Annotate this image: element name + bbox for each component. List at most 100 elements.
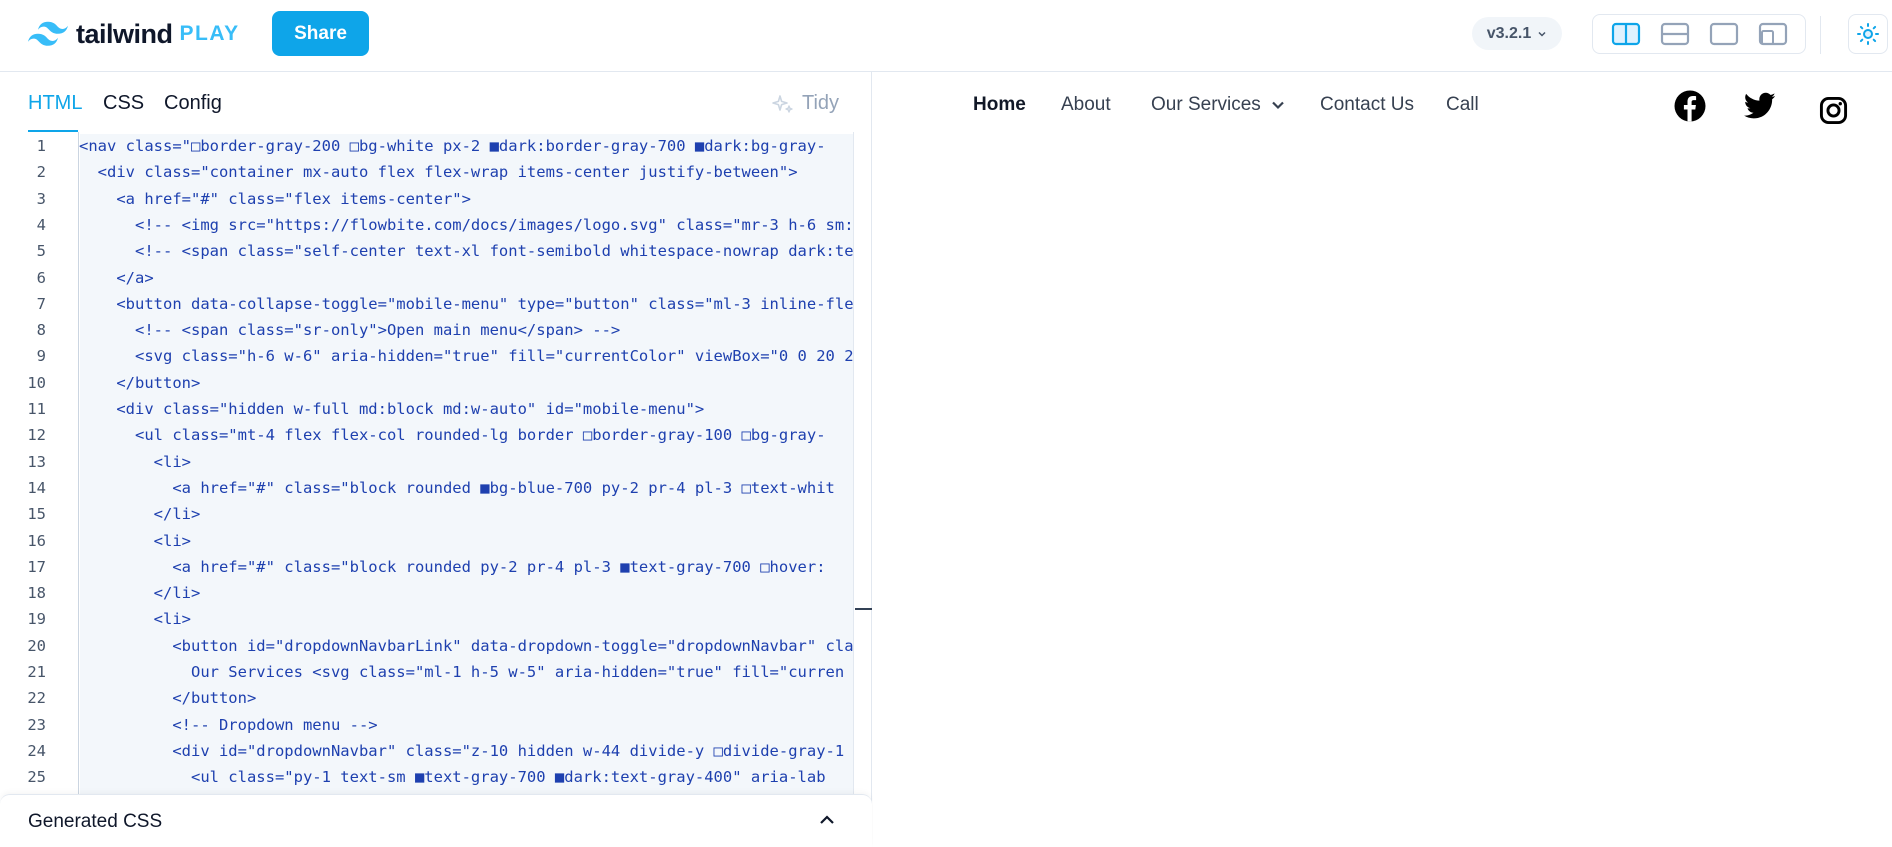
- code-text: <div id="dropdownNavbar" class="z-10 hid…: [79, 741, 845, 760]
- code-line[interactable]: 13 <li>: [0, 449, 872, 475]
- line-number: 7: [36, 294, 46, 313]
- chevron-down-icon: [1272, 101, 1284, 110]
- nav-about-link[interactable]: About: [1061, 94, 1111, 116]
- line-number: 9: [36, 347, 46, 366]
- tab-config[interactable]: Config: [164, 92, 222, 115]
- code-line[interactable]: 1 <nav class="□border-gray-200 □bg-white …: [0, 133, 872, 159]
- code-line[interactable]: 18 </li>: [0, 580, 872, 606]
- logo-play-text: PLAY: [179, 22, 240, 45]
- line-number: 24: [27, 741, 46, 760]
- code-text: <svg class="h-6 w-6" aria-hidden="true" …: [79, 347, 854, 366]
- code-text: <ul class="mt-4 flex flex-col rounded-lg…: [79, 426, 826, 445]
- code-line[interactable]: 21 Our Services <svg class="ml-1 h-5 w-5…: [0, 659, 872, 685]
- code-line[interactable]: 12 <ul class="mt-4 flex flex-col rounded…: [0, 422, 872, 448]
- code-line[interactable]: 8 <!-- <span class="sr-only">Open main m…: [0, 317, 872, 343]
- preview-panel: Home About Our Services Contact Us Call: [873, 72, 1892, 847]
- code-text: <a href="#" class="block rounded ■bg-blu…: [79, 478, 835, 497]
- code-text: </a>: [79, 268, 154, 287]
- version-label: v3.2.1: [1486, 24, 1532, 42]
- code-line[interactable]: 3 <a href="#" class="flex items-center">: [0, 186, 872, 212]
- code-text: <ul class="py-1 text-sm ■text-gray-700 ■…: [79, 768, 826, 787]
- code-line[interactable]: 22 </button>: [0, 685, 872, 711]
- nav-call-link[interactable]: Call: [1446, 94, 1479, 116]
- layout-vertical-button[interactable]: [1610, 20, 1642, 48]
- code-text: <button id="dropdownNavbarLink" data-dro…: [79, 636, 854, 655]
- chevron-up-icon[interactable]: [818, 813, 836, 827]
- code-text: </li>: [79, 584, 201, 603]
- line-number: 8: [36, 321, 46, 340]
- code-text: <a href="#" class="flex items-center">: [79, 189, 471, 208]
- version-select[interactable]: v3.2.1: [1472, 17, 1562, 50]
- code-text: <!-- <span class="sr-only">Open main men…: [79, 321, 621, 340]
- code-line[interactable]: 20 <button id="dropdownNavbarLink" data-…: [0, 633, 872, 659]
- line-number: 22: [27, 689, 46, 708]
- code-line[interactable]: 25 <ul class="py-1 text-sm ■text-gray-70…: [0, 764, 872, 790]
- nav-home-link[interactable]: Home: [973, 94, 1026, 116]
- line-number: 13: [27, 452, 46, 471]
- layout-preview-button[interactable]: [1708, 20, 1740, 48]
- code-line[interactable]: 6 </a>: [0, 265, 872, 291]
- line-number: 14: [27, 478, 46, 497]
- generated-css-label: Generated CSS: [28, 811, 163, 832]
- code-line[interactable]: 24 <div id="dropdownNavbar" class="z-10 …: [0, 738, 872, 764]
- share-button[interactable]: Share: [272, 11, 369, 56]
- line-number: 16: [27, 531, 46, 550]
- code-line[interactable]: 11 <div class="hidden w-full md:block md…: [0, 396, 872, 422]
- sparkles-icon: [772, 94, 793, 113]
- code-editor[interactable]: 1 <nav class="□border-gray-200 □bg-white …: [0, 132, 872, 796]
- tidy-button[interactable]: Tidy: [772, 92, 839, 115]
- line-number: 1: [36, 137, 46, 155]
- tailwind-play-logo[interactable]: tailwind PLAY: [28, 18, 240, 50]
- layout-responsive-button[interactable]: [1757, 20, 1789, 48]
- nav-our-services-button[interactable]: Our Services: [1151, 94, 1285, 116]
- nav-contact-us-link[interactable]: Contact Us: [1320, 94, 1414, 116]
- code-line[interactable]: 7 <button data-collapse-toggle="mobile-m…: [0, 291, 872, 317]
- layout-vertical-icon: [1611, 22, 1640, 46]
- code-line[interactable]: 16 <li>: [0, 528, 872, 554]
- code-line[interactable]: 4 <!-- <img src="https://flowbite.com/do…: [0, 212, 872, 238]
- tab-html[interactable]: HTML: [28, 92, 82, 115]
- code-line[interactable]: 19 <li>: [0, 606, 872, 632]
- layout-switcher: [1592, 14, 1806, 54]
- code-line[interactable]: 2 <div class="container mx-auto flex fle…: [0, 159, 872, 185]
- line-number: 6: [36, 268, 46, 287]
- code-line[interactable]: 15 </li>: [0, 501, 872, 527]
- line-number: 2: [36, 163, 46, 182]
- code-text: <a href="#" class="block rounded py-2 pr…: [79, 557, 826, 576]
- facebook-icon[interactable]: [1674, 90, 1706, 122]
- logo-text: tailwind: [76, 18, 173, 49]
- layout-responsive-icon: [1758, 22, 1787, 46]
- tab-css[interactable]: CSS: [103, 92, 144, 115]
- twitter-icon[interactable]: [1744, 92, 1776, 120]
- code-text: <div class="hidden w-full md:block md:w-…: [79, 400, 705, 418]
- editor-panel: HTML CSS Config Tidy 1 <nav class="□borde…: [0, 72, 872, 847]
- line-number: 18: [27, 584, 46, 603]
- line-number: 17: [27, 557, 46, 576]
- line-number: 12: [27, 426, 46, 445]
- generated-css-panel[interactable]: Generated CSS: [0, 794, 872, 847]
- code-line[interactable]: 17 <a href="#" class="block rounded py-2…: [0, 554, 872, 580]
- code-text: </li>: [79, 505, 201, 524]
- code-line[interactable]: 5 <!-- <span class="self-center text-xl …: [0, 238, 872, 264]
- code-text: <button data-collapse-toggle="mobile-men…: [79, 294, 854, 313]
- code-text: <nav class="□border-gray-200 □bg-white p…: [79, 137, 826, 155]
- line-number: 5: [36, 242, 46, 261]
- line-number: 21: [27, 663, 46, 681]
- code-line[interactable]: 10 </button>: [0, 370, 872, 396]
- code-text: <div class="container mx-auto flex flex-…: [79, 163, 798, 182]
- code-line[interactable]: 23 <!-- Dropdown menu -->: [0, 712, 872, 738]
- instagram-icon[interactable]: [1819, 96, 1848, 125]
- chevron-down-icon: [1538, 31, 1546, 37]
- code-text: <!-- <img src="https://flowbite.com/docs…: [79, 215, 854, 234]
- code-text: <!-- Dropdown menu -->: [79, 715, 378, 734]
- code-line[interactable]: 9 <svg class="h-6 w-6" aria-hidden="true…: [0, 343, 872, 369]
- line-number: 19: [27, 610, 46, 629]
- line-number: 10: [27, 373, 46, 392]
- code-line[interactable]: 14 <a href="#" class="block rounded ■bg-…: [0, 475, 872, 501]
- line-number: 3: [36, 189, 46, 208]
- tidy-label: Tidy: [802, 92, 840, 114]
- layout-horizontal-button[interactable]: [1659, 20, 1691, 48]
- line-number: 15: [27, 505, 46, 524]
- code-text: Our Services <svg class="ml-1 h-5 w-5" a…: [79, 663, 845, 681]
- theme-toggle-button[interactable]: [1848, 14, 1888, 54]
